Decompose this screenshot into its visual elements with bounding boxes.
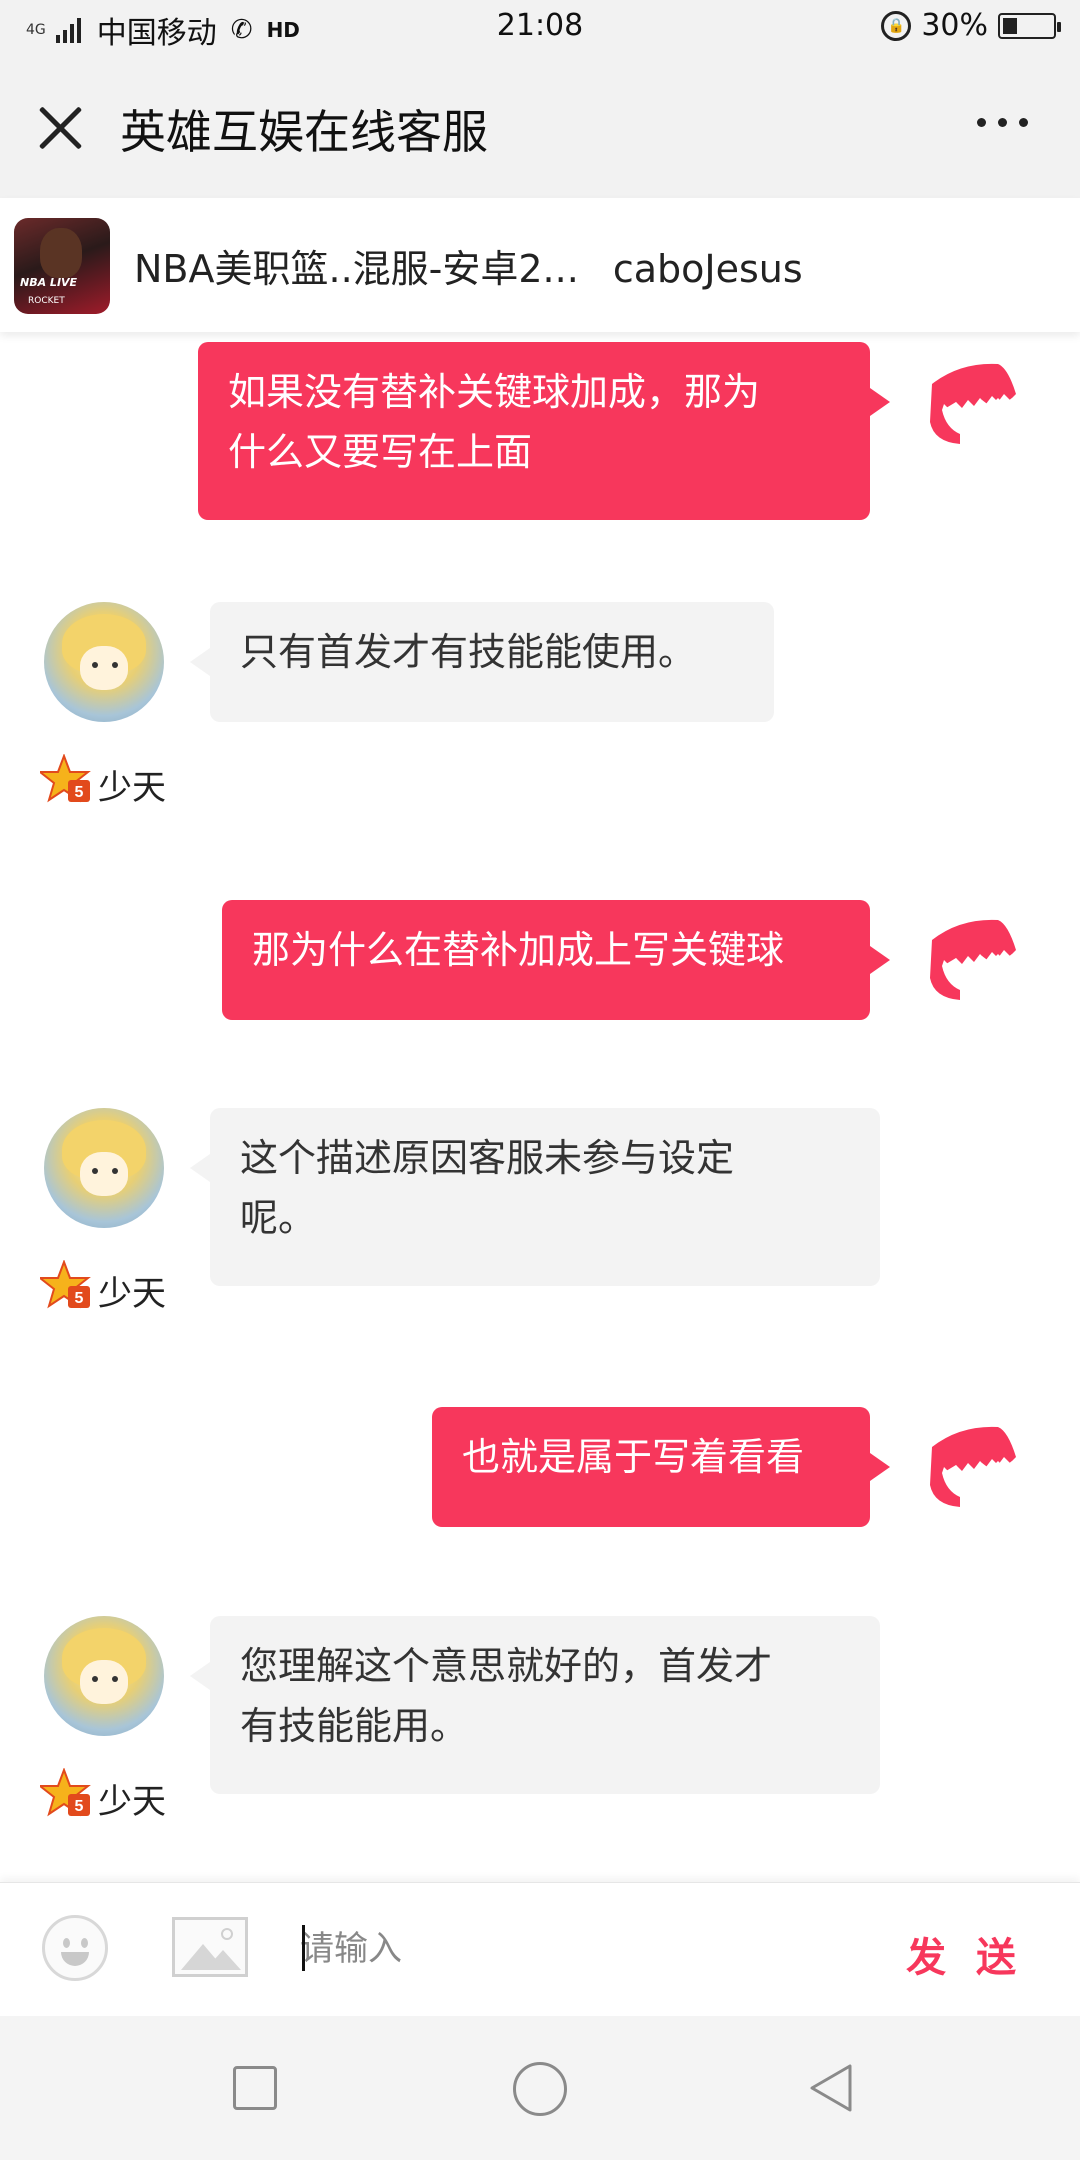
svg-text:5: 5 bbox=[75, 1290, 84, 1307]
status-bar: 4G 中国移动 ✆ HD 21:08 🔒 30% bbox=[0, 0, 1080, 56]
game-app-icon: NBA LIVE ROCKET bbox=[14, 218, 110, 314]
rotation-lock-icon: 🔒 bbox=[881, 10, 912, 41]
svg-text:5: 5 bbox=[75, 784, 84, 801]
user-avatar[interactable] bbox=[920, 354, 1020, 454]
message-text: 只有首发才有技能能使用。 bbox=[240, 630, 697, 674]
message-text: 您理解这个意思就好的，首发才 bbox=[240, 1644, 773, 1688]
message-text: 这个描述原因客服未参与设定 bbox=[240, 1136, 735, 1180]
page-title: 英雄互娱在线客服 bbox=[120, 105, 488, 159]
message-text: 呢。 bbox=[240, 1196, 317, 1240]
game-icon-text: NBA LIVE bbox=[20, 276, 78, 289]
message-text: 什么又要写在上面 bbox=[228, 430, 533, 474]
agent-name: 少天 bbox=[98, 1782, 166, 1822]
agent-avatar[interactable] bbox=[44, 602, 164, 722]
user-avatar[interactable] bbox=[920, 1417, 1020, 1517]
message-text: 如果没有替补关键球加成，那为 bbox=[228, 370, 761, 414]
svg-text:5: 5 bbox=[75, 1798, 84, 1815]
more-icon[interactable] bbox=[977, 118, 1028, 127]
message-input-bar: 发 送 bbox=[0, 1882, 1080, 2016]
game-info-bar: NBA LIVE ROCKET NBA美职篮..混服-安卓2... caboJe… bbox=[0, 198, 1080, 332]
agent-avatar[interactable] bbox=[44, 1616, 164, 1736]
agent-avatar[interactable] bbox=[44, 1108, 164, 1228]
message-bubble-received: 只有首发才有技能能使用。 bbox=[190, 602, 774, 722]
message-text: 也就是属于写着看看 bbox=[462, 1435, 805, 1479]
message-bubble-received: 这个描述原因客服未参与设定 呢。 bbox=[190, 1108, 880, 1286]
close-icon[interactable] bbox=[36, 102, 86, 152]
agent-name: 少天 bbox=[98, 768, 166, 808]
text-cursor bbox=[302, 1925, 305, 1971]
message-bubble-sent: 那为什么在替补加成上写关键球 bbox=[222, 900, 890, 1020]
home-icon[interactable] bbox=[513, 2062, 567, 2116]
vip-star-badge-icon: 5 bbox=[40, 1260, 91, 1309]
agent-name: 少天 bbox=[98, 1274, 166, 1314]
status-right: 🔒 30% bbox=[881, 8, 1061, 43]
vip-star-badge-icon: 5 bbox=[40, 1768, 91, 1817]
message-input[interactable] bbox=[300, 1919, 880, 1979]
battery-icon bbox=[998, 12, 1061, 39]
game-name: NBA美职篮..混服-安卓2... bbox=[134, 247, 579, 291]
battery-percent: 30% bbox=[921, 8, 988, 43]
emoji-icon[interactable] bbox=[42, 1915, 108, 1981]
message-bubble-received: 您理解这个意思就好的，首发才 有技能能用。 bbox=[190, 1616, 880, 1794]
chat-area[interactable]: 如果没有替补关键球加成，那为 什么又要写在上面 只有首发才有技能能使用。 5 少… bbox=[0, 332, 1080, 1882]
message-bubble-sent: 也就是属于写着看看 bbox=[432, 1407, 890, 1527]
title-bar: 英雄互娱在线客服 bbox=[0, 56, 1080, 198]
message-text: 那为什么在替补加成上写关键球 bbox=[252, 928, 785, 972]
send-button[interactable]: 发 送 bbox=[906, 1925, 1024, 1983]
image-icon[interactable] bbox=[172, 1917, 248, 1977]
system-nav-bar bbox=[0, 2016, 1080, 2160]
recent-apps-icon[interactable] bbox=[233, 2066, 277, 2110]
back-icon[interactable] bbox=[806, 2062, 856, 2114]
vip-star-badge-icon: 5 bbox=[40, 754, 91, 803]
message-text: 有技能能用。 bbox=[240, 1704, 469, 1748]
user-avatar[interactable] bbox=[920, 910, 1020, 1010]
message-bubble-sent: 如果没有替补关键球加成，那为 什么又要写在上面 bbox=[198, 342, 890, 520]
game-username: caboJesus bbox=[612, 247, 803, 291]
game-server-info: NBA美职篮..混服-安卓2... caboJesus bbox=[134, 238, 803, 293]
game-icon-subtext: ROCKET bbox=[28, 296, 65, 306]
